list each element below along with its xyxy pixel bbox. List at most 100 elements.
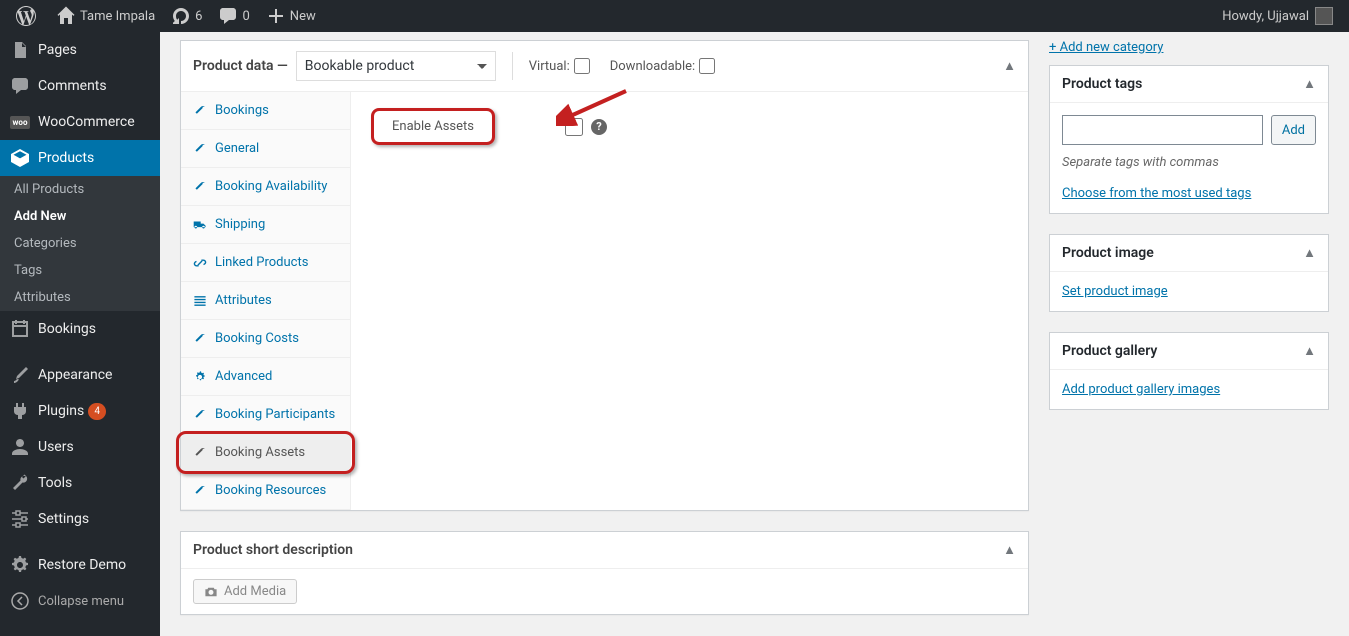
short-description-box: Product short description ▲ Add Media: [180, 531, 1029, 615]
menu-restore-demo[interactable]: Restore Demo: [0, 547, 160, 583]
product-image-box: Product image ▲ Set product image: [1049, 234, 1329, 312]
admin-bar: Tame Impala 6 0 New Howdy, Ujjawal: [0, 0, 1349, 32]
pages-label: Pages: [38, 42, 77, 58]
main-left: Product data — Bookable product Virtual:…: [180, 40, 1029, 635]
admin-bar-right: Howdy, Ujjawal: [1214, 0, 1341, 32]
short-desc-title: Product short description: [193, 542, 353, 558]
plugins-label: Plugins: [38, 403, 84, 419]
set-product-image-link[interactable]: Set product image: [1062, 284, 1168, 299]
restore-label: Restore Demo: [38, 557, 126, 573]
menu-woocommerce[interactable]: woo WooCommerce: [0, 104, 160, 140]
plus-icon: [266, 6, 286, 26]
tab-linked-products[interactable]: Linked Products: [181, 244, 350, 282]
wordpress-icon: [16, 6, 36, 26]
gear-icon: [10, 555, 30, 575]
menu-products[interactable]: Products: [0, 140, 160, 176]
side-menu: Pages Comments woo WooCommerce Products …: [0, 32, 160, 636]
toggle-short-desc-icon[interactable]: ▲: [1003, 542, 1016, 558]
new-label: New: [290, 9, 316, 24]
tab-shipping[interactable]: Shipping: [181, 206, 350, 244]
admin-bar-left: Tame Impala 6 0 New: [8, 0, 324, 32]
updates-link[interactable]: 6: [163, 0, 210, 32]
comments-link[interactable]: 0: [210, 0, 257, 32]
menu-plugins[interactable]: Plugins 4: [0, 393, 160, 429]
comments-count: 0: [242, 9, 249, 24]
menu-settings[interactable]: Settings: [0, 501, 160, 537]
camera-icon: [204, 585, 218, 599]
tab-booking-participants[interactable]: Booking Participants: [181, 396, 350, 434]
tab-general[interactable]: General: [181, 130, 350, 168]
new-link[interactable]: New: [258, 0, 324, 32]
menu-appearance[interactable]: Appearance: [0, 357, 160, 393]
choose-tags-link[interactable]: Choose from the most used tags: [1062, 186, 1251, 201]
home-icon: [56, 6, 76, 26]
tag-input[interactable]: [1062, 115, 1263, 145]
site-name-label: Tame Impala: [80, 9, 155, 24]
virtual-checkbox[interactable]: [574, 58, 590, 74]
downloadable-checkbox[interactable]: [699, 58, 715, 74]
toggle-image-icon[interactable]: ▲: [1303, 245, 1316, 261]
product-data-header: Product data — Bookable product Virtual:…: [181, 41, 1028, 92]
submenu-categories[interactable]: Categories: [0, 230, 160, 257]
submenu-attributes[interactable]: Attributes: [0, 284, 160, 311]
menu-users[interactable]: Users: [0, 429, 160, 465]
updates-count: 6: [195, 9, 202, 24]
tab-bookings[interactable]: Bookings: [181, 92, 350, 130]
tab-attributes[interactable]: Attributes: [181, 282, 350, 320]
main-columns: Product data — Bookable product Virtual:…: [180, 40, 1329, 635]
comments-label: Comments: [38, 78, 107, 94]
product-data-body: Bookings General Booking Availability Sh…: [181, 92, 1028, 510]
toggle-tags-icon[interactable]: ▲: [1303, 76, 1316, 92]
downloadable-option[interactable]: Downloadable:: [610, 58, 715, 74]
howdy-link[interactable]: Howdy, Ujjawal: [1214, 0, 1341, 32]
tab-booking-resources[interactable]: Booking Resources: [181, 472, 350, 510]
add-media-button[interactable]: Add Media: [193, 579, 297, 604]
plugins-badge: 4: [88, 403, 106, 420]
virtual-label: Virtual:: [529, 59, 570, 74]
annotation-arrow: [556, 86, 636, 126]
short-desc-header: Product short description ▲: [181, 532, 1028, 569]
product-data-title: Product data —: [193, 58, 288, 74]
product-gallery-title: Product gallery: [1062, 343, 1157, 359]
collapse-menu[interactable]: Collapse menu: [0, 583, 160, 619]
product-data-panel: Enable Assets ?: [351, 92, 1028, 510]
product-image-title: Product image: [1062, 245, 1154, 261]
add-tag-button[interactable]: Add: [1271, 115, 1316, 145]
howdy-label: Howdy, Ujjawal: [1222, 9, 1309, 24]
virtual-option[interactable]: Virtual:: [529, 58, 590, 74]
menu-comments[interactable]: Comments: [0, 68, 160, 104]
tools-label: Tools: [38, 475, 72, 491]
bookings-label: Bookings: [38, 321, 96, 337]
plug-icon: [10, 401, 30, 421]
tab-booking-costs[interactable]: Booking Costs: [181, 320, 350, 358]
add-new-category-link[interactable]: + Add new category: [1049, 40, 1163, 55]
product-tags-box: Product tags ▲ Add Separate tags with co…: [1049, 65, 1329, 214]
submenu-add-new[interactable]: Add New: [0, 203, 160, 230]
site-name-link[interactable]: Tame Impala: [48, 0, 163, 32]
tab-advanced[interactable]: Advanced: [181, 358, 350, 396]
user-icon: [10, 437, 30, 457]
content-area: Product data — Bookable product Virtual:…: [160, 32, 1349, 636]
users-label: Users: [38, 439, 74, 455]
submenu-all-products[interactable]: All Products: [0, 176, 160, 203]
add-gallery-images-link[interactable]: Add product gallery images: [1062, 382, 1220, 397]
submenu-tags[interactable]: Tags: [0, 257, 160, 284]
settings-label: Settings: [38, 511, 89, 527]
wp-logo[interactable]: [8, 0, 48, 32]
collapse-label: Collapse menu: [38, 594, 124, 609]
menu-bookings[interactable]: Bookings: [0, 311, 160, 347]
product-tags-title: Product tags: [1062, 76, 1142, 92]
tab-booking-assets[interactable]: Booking Assets: [181, 434, 350, 472]
toggle-panel-icon[interactable]: ▲: [1003, 58, 1016, 74]
comments-menu-icon: [10, 76, 30, 96]
toggle-gallery-icon[interactable]: ▲: [1303, 343, 1316, 359]
product-type-select[interactable]: Bookable product: [296, 51, 496, 81]
main-right: + Add new category Product tags ▲ Add Se…: [1049, 40, 1329, 635]
avatar: [1315, 7, 1333, 25]
tab-booking-availability[interactable]: Booking Availability: [181, 168, 350, 206]
menu-pages[interactable]: Pages: [0, 32, 160, 68]
tags-hint: Separate tags with commas: [1062, 155, 1316, 170]
menu-tools[interactable]: Tools: [0, 465, 160, 501]
woocommerce-label: WooCommerce: [38, 114, 135, 130]
appearance-label: Appearance: [38, 367, 112, 383]
